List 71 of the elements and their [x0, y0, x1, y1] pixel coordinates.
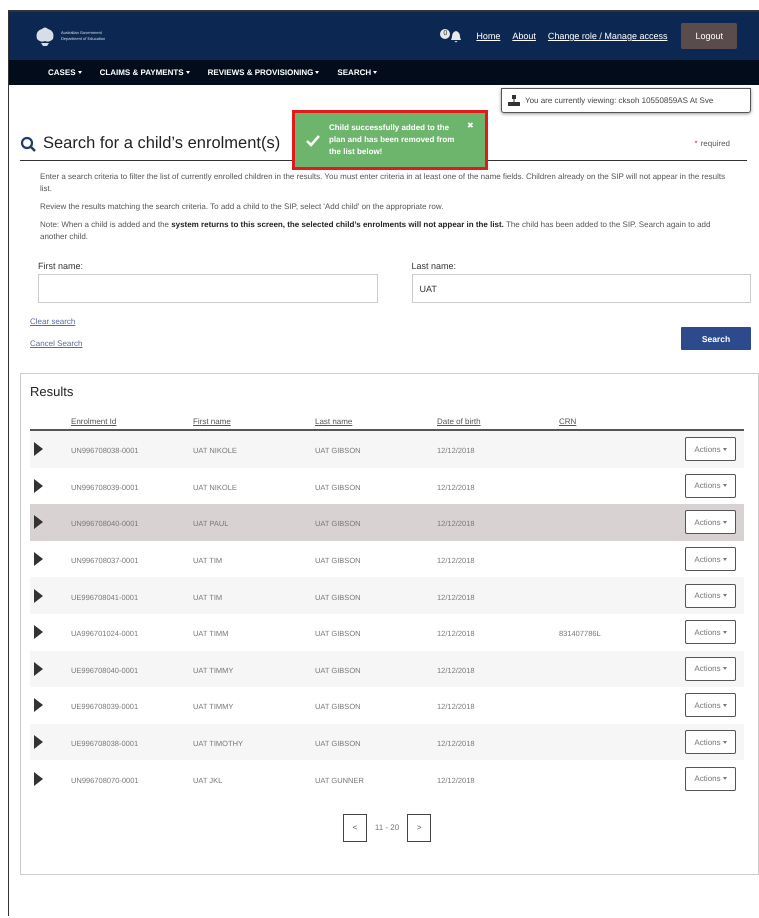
actions-button[interactable]: Actions	[685, 437, 736, 462]
nav-menu-item[interactable]: CASES	[48, 68, 82, 77]
caret-icon	[315, 71, 320, 74]
required-label: required	[700, 139, 730, 148]
page-range: 11 - 20	[374, 823, 400, 832]
input-field[interactable]: UAT	[412, 274, 751, 303]
column-header[interactable]: Date of birth	[437, 417, 481, 426]
caret-icon	[722, 558, 727, 561]
nav-menu-item[interactable]: CLAIMS & PAYMENTS	[100, 68, 190, 77]
next-page-button[interactable]: >	[407, 814, 432, 842]
caret-icon	[186, 71, 190, 74]
instruction-text: Note: When a child is added and the system returns to this screen, the selected child’s enrolments will not appear in the list. The child has been added to the SIP. Search again to add another child.	[40, 219, 712, 243]
actions-button[interactable]: Actions	[685, 766, 736, 791]
required-mark: *	[694, 139, 698, 148]
toast-message: Child successfully added to the plan and has been removed from the list below!	[329, 122, 456, 158]
nav-menu-item[interactable]: REVIEWS & PROVISIONING	[208, 68, 320, 77]
caret-icon	[722, 704, 727, 707]
expand-icon	[34, 552, 43, 566]
actions-button[interactable]: Actions	[685, 656, 736, 681]
field-label: First name:	[38, 261, 84, 271]
caret-icon	[722, 520, 727, 524]
expand-icon	[34, 772, 43, 786]
instruction-text: Enter a search criteria to filter the list of currently enrolled children in the results. You must enter criteria in at least one of the name fields. Children already on the SIP will not appear in the results list.	[40, 171, 726, 195]
column-header[interactable]: First name	[193, 417, 231, 426]
column-header[interactable]: CRN	[559, 417, 576, 426]
input-field[interactable]	[38, 274, 378, 303]
nav-menu-item[interactable]: SEARCH	[337, 68, 378, 77]
header-link[interactable]: Change role / Manage access	[548, 31, 668, 41]
header-link[interactable]: About	[512, 31, 536, 41]
caret-icon	[722, 594, 727, 598]
column-header[interactable]: Last name	[315, 417, 352, 426]
caret-icon	[78, 71, 82, 74]
field-label: Last name:	[412, 261, 458, 271]
caret-icon	[722, 740, 727, 744]
actions-button[interactable]: Actions	[685, 584, 736, 608]
expand-icon	[34, 442, 43, 456]
search-icon	[20, 136, 36, 152]
page-title: Search for a child’s enrolment(s)	[43, 134, 280, 153]
results-title: Results	[30, 384, 74, 399]
cancel-search-link[interactable]: Cancel Search	[30, 339, 82, 348]
caret-icon	[373, 71, 378, 74]
caret-icon	[722, 777, 727, 780]
caret-icon	[722, 667, 727, 670]
expand-icon	[34, 735, 43, 750]
clear-search-link[interactable]: Clear search	[30, 317, 82, 326]
expand-icon	[34, 662, 43, 676]
expand-icon	[34, 698, 43, 712]
expand-icon	[34, 625, 43, 640]
column-header[interactable]: Enrolment Id	[71, 417, 116, 426]
caret-icon	[722, 484, 727, 488]
bell-icon	[450, 29, 462, 43]
actions-button[interactable]: Actions	[685, 693, 736, 718]
actions-button[interactable]: Actions	[685, 510, 736, 534]
hierarchy-icon	[508, 95, 520, 106]
viewing-text: You are currently viewing: cksoh 10550859AS At Sve	[525, 96, 714, 105]
logout-button[interactable]: Logout	[681, 23, 737, 49]
caret-icon	[722, 448, 727, 451]
header-link[interactable]: Home	[476, 31, 500, 41]
expand-icon	[34, 515, 43, 530]
close-button[interactable]: ✖	[467, 121, 474, 130]
actions-button[interactable]: Actions	[685, 547, 736, 572]
actions-button[interactable]: Actions	[685, 730, 736, 754]
previous-page-button[interactable]: <	[342, 814, 367, 842]
expand-icon	[34, 478, 43, 493]
expand-icon	[34, 588, 43, 603]
actions-button[interactable]: Actions	[685, 474, 736, 498]
check-icon	[305, 133, 321, 147]
actions-button[interactable]: Actions	[685, 620, 736, 644]
instruction-text: Review the results matching the search criteria. To add a child to the SIP, select 'Add child' on the appropriate row.	[40, 201, 444, 213]
search-button[interactable]: Search	[681, 327, 751, 350]
caret-icon	[722, 630, 727, 634]
